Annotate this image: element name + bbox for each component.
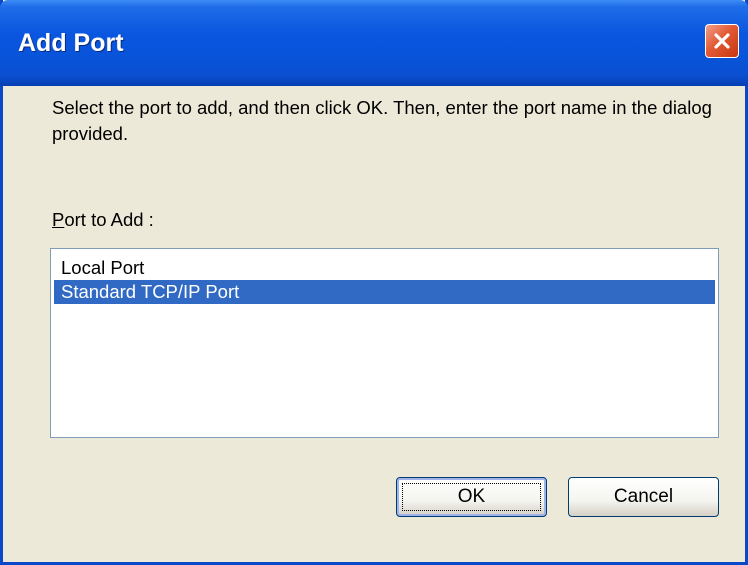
port-list-label-text: ort to Add : [64,209,154,230]
add-port-dialog: Add Port Select the port to add, and the… [0,0,748,565]
list-item-standard-tcp-ip-port[interactable]: Standard TCP/IP Port [54,280,715,304]
close-button[interactable] [705,24,739,58]
ok-button[interactable]: OK [396,477,547,517]
close-icon [714,33,730,49]
title-bar[interactable]: Add Port [0,0,748,86]
focus-rectangle [402,483,541,511]
cancel-button-label: Cancel [613,486,674,507]
port-list-label: Port to Add : [52,209,154,231]
cancel-button[interactable]: Cancel [568,477,719,517]
port-listbox[interactable]: Local Port Standard TCP/IP Port [50,248,719,438]
accelerator-key: P [52,209,65,230]
list-item-local-port[interactable]: Local Port [54,256,715,280]
instruction-text: Select the port to add, and then click O… [52,97,712,144]
dialog-title: Add Port [18,29,124,57]
